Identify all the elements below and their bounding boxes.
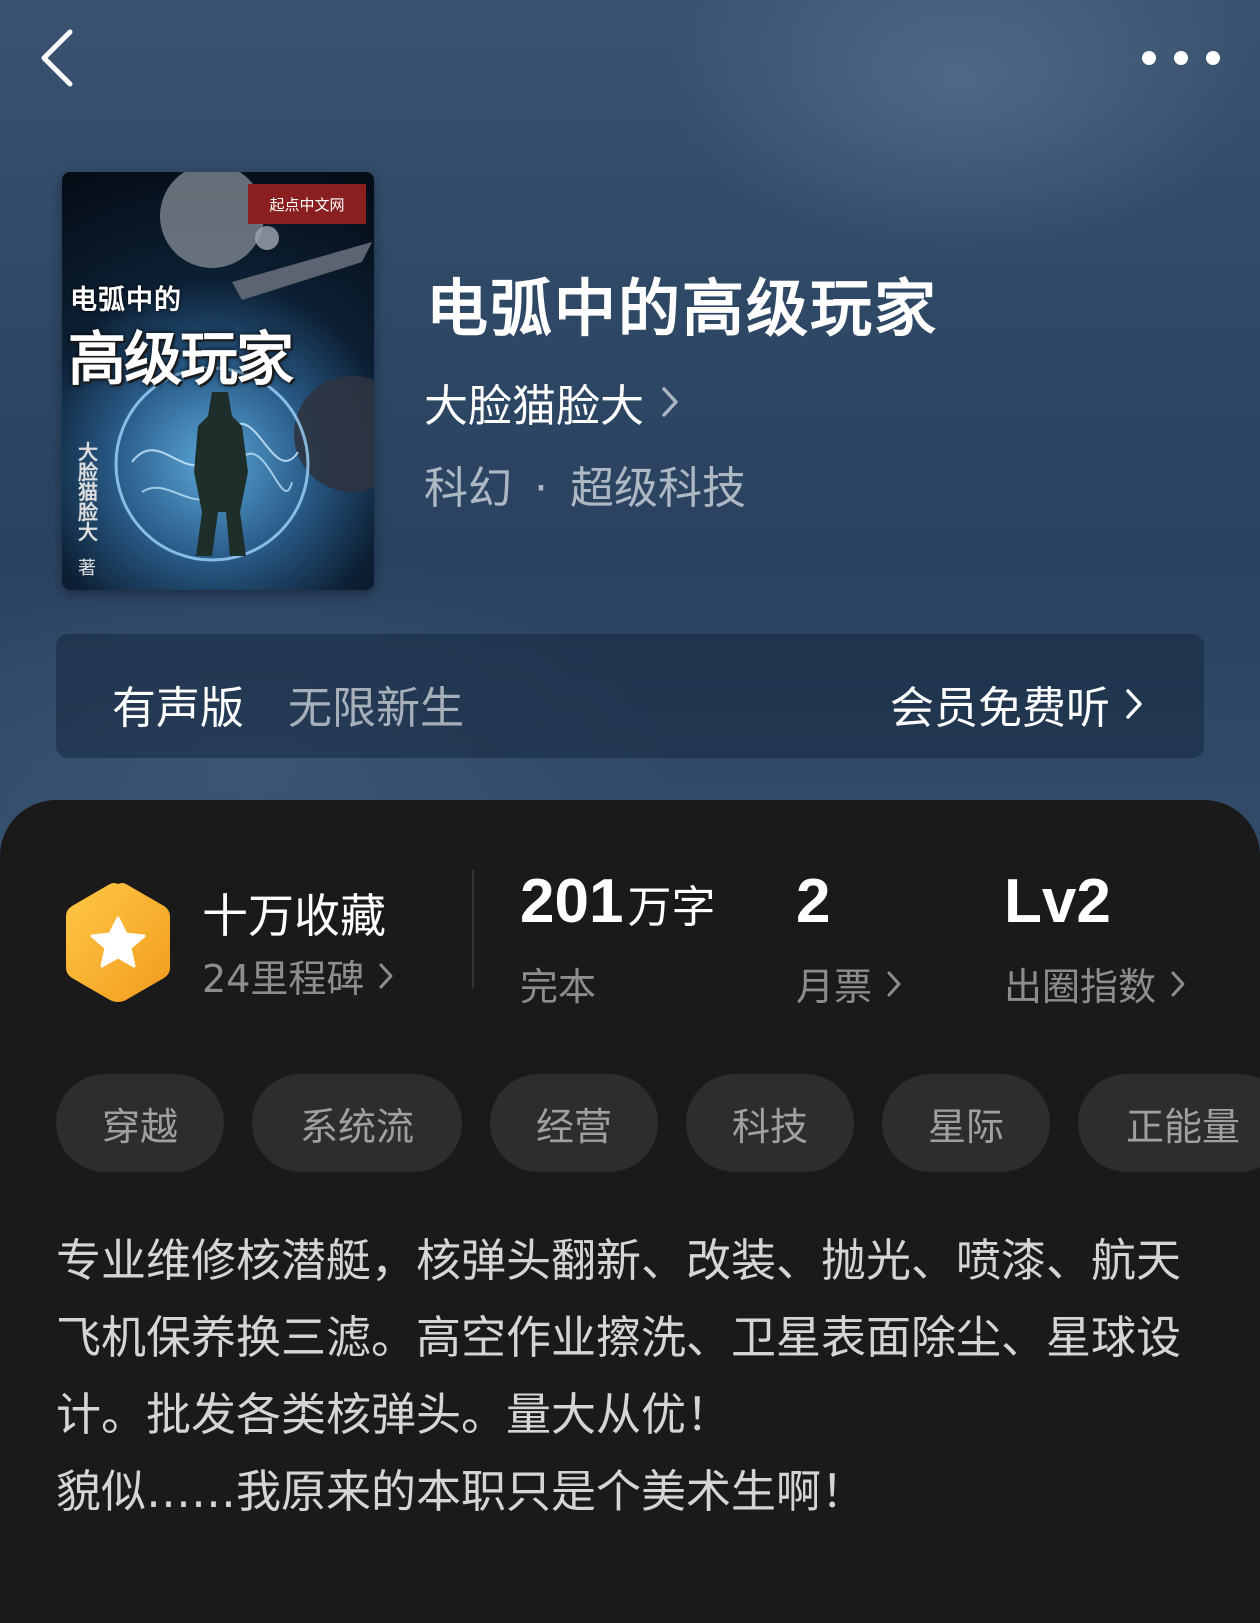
chevron-right-icon (1171, 971, 1185, 996)
monthly-tickets-value: 2 (796, 867, 831, 936)
book-title: 电弧中的高级玩家 (426, 272, 939, 345)
author-name: 大脸猫脸大 (424, 381, 644, 432)
free-listen-button[interactable]: 会员免费听 (890, 672, 1144, 736)
tag-chip[interactable]: 正能量 (1078, 1074, 1260, 1172)
cover-author-suffix: 著 (78, 558, 96, 579)
completion-status: 完本 (520, 956, 596, 1011)
synopsis: 专业维修核潜艇，核弹头翻新、改装、抛光、喷漆、航天飞机保养换三滤。高空作业擦洗、… (56, 1234, 1182, 1518)
book-cover[interactable]: 起点中文网 电弧中的 高级玩家 大脸猫脸大 著 (62, 172, 374, 590)
chevron-left-icon[interactable] (34, 26, 86, 90)
word-count: 201万字 (520, 866, 715, 937)
popularity-index-link[interactable]: 出圈指数 (1004, 956, 1186, 1011)
audio-label: 有声版 (112, 683, 244, 734)
genre-row: 科幻 · 超级科技 (424, 452, 746, 516)
chevron-right-icon (379, 963, 393, 988)
subcategory[interactable]: 超级科技 (570, 463, 746, 514)
tag-chip[interactable]: 科技 (686, 1074, 854, 1172)
star-badge-icon (66, 883, 170, 1002)
publisher-badge: 起点中文网 (248, 184, 366, 224)
author-link[interactable]: 大脸猫脸大 (424, 370, 680, 434)
collection-count: 十万收藏 (202, 889, 386, 943)
cover-title-big: 高级玩家 (68, 325, 294, 393)
cover-author: 大脸猫脸大 (78, 440, 98, 544)
stats-divider (472, 870, 474, 988)
milestone-link[interactable]: 24里程碑 (202, 948, 394, 1003)
tag-chip[interactable]: 经营 (490, 1074, 658, 1172)
chevron-right-icon (662, 387, 678, 417)
popularity-index-value: Lv2 (1004, 867, 1111, 936)
tag-list: 穿越 系统流 经营 科技 星际 正能量 (56, 1074, 1260, 1174)
monthly-tickets-link[interactable]: 月票 (796, 956, 902, 1011)
tag-chip[interactable]: 星际 (882, 1074, 1050, 1172)
tag-chip[interactable]: 穿越 (56, 1074, 224, 1172)
tag-chip[interactable]: 系统流 (252, 1074, 462, 1172)
audiobook-bar[interactable]: 有声版 无限新生 会员免费听 (56, 634, 1204, 758)
word-count-unit: 万字 (627, 882, 716, 933)
free-listen-label: 会员免费听 (890, 683, 1110, 734)
chevron-right-icon (1126, 689, 1142, 719)
more-horizontal-icon[interactable] (1140, 40, 1222, 76)
word-count-value: 201 (520, 867, 624, 936)
completion-label: 完本 (520, 965, 597, 1009)
separator-dot: · (534, 463, 548, 514)
monthly-tickets-label: 月票 (796, 965, 873, 1009)
popularity-index-label: 出圈指数 (1004, 965, 1157, 1009)
milestone-label: 24里程碑 (202, 957, 365, 1001)
category[interactable]: 科幻 (424, 463, 512, 514)
chevron-right-icon (887, 971, 901, 996)
audio-narrator: 无限新生 (288, 683, 464, 734)
